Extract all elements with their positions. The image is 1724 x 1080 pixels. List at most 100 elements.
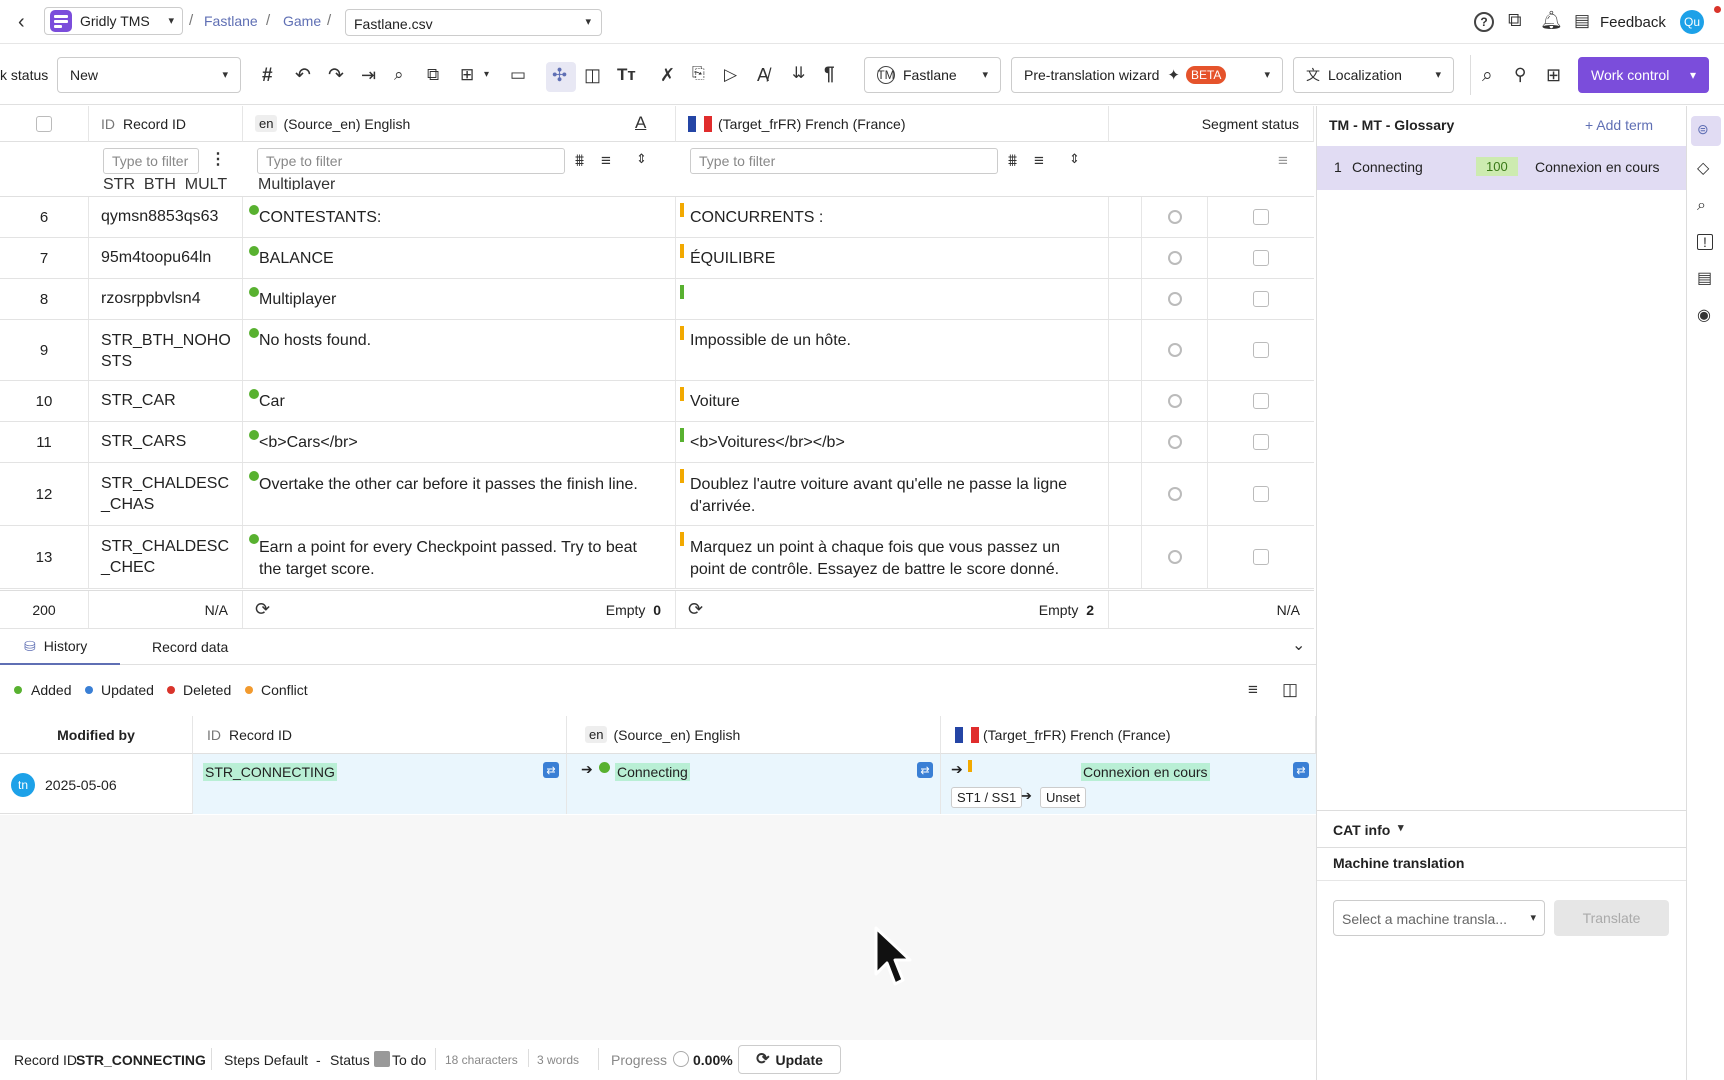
record-id-cell[interactable]: STR_CAR [89,381,243,421]
puzzle-icon[interactable]: ⧉ [1508,11,1522,30]
row-checkbox[interactable] [1253,393,1269,409]
record-id-cell[interactable]: rzosrppbvlsn4 [89,279,243,319]
status-ring-icon[interactable] [1168,550,1182,564]
breadcrumb-fastlane[interactable]: Fastlane [204,13,258,29]
search-icon[interactable]: ⌕ [1482,66,1493,85]
tab-history[interactable]: ⛁ History [0,629,120,665]
row-checkbox[interactable] [1253,291,1269,307]
filter-icon[interactable]: ≡ [601,152,611,169]
record-id-header[interactable]: ID Record ID [89,106,243,142]
record-id-cell[interactable]: STR_CARS [89,422,243,462]
tm-icon[interactable]: ⊜ [1697,122,1709,136]
filter-person-icon[interactable]: ⚲ [1514,66,1526,83]
history-row[interactable]: tn 2025-05-06 STR_CONNECTING ⇄ ➔ Connect… [0,754,1316,814]
copy-icon[interactable]: ⧉ [427,66,439,83]
status-ring-icon[interactable] [1168,343,1182,357]
table-row[interactable]: 6 qymsn8853qs63 CONTESTANTS: CONCURRENTS… [0,197,1314,238]
filter-icon[interactable]: ≡ [1278,152,1288,169]
target-cell[interactable]: ÉQUILIBRE [676,238,1109,278]
find-replace-icon[interactable]: ⌕ [394,66,404,83]
text-size-icon[interactable]: Tт [617,66,636,83]
refresh-icon[interactable]: ⟳ [688,600,703,618]
bell-icon[interactable]: 🔔︎ [1540,11,1563,29]
status-ring-icon[interactable] [1168,292,1182,306]
target-cell[interactable] [676,279,1109,319]
row-checkbox[interactable] [1253,209,1269,225]
translate-button[interactable]: Translate [1554,900,1669,936]
undo-icon[interactable]: ↶ [295,66,311,85]
document-icon[interactable]: ▤ [1697,271,1712,287]
tab-record-data[interactable]: Record data [152,639,228,655]
filter-options-icon[interactable]: ⩩ [575,152,584,169]
search-list-icon[interactable]: ⌕ [1697,198,1706,214]
table-row[interactable]: 8 rzosrppbvlsn4 Multiplayer [0,279,1314,320]
table-row[interactable]: 7 95m4toopu64ln BALANCE ÉQUILIBRE [0,238,1314,279]
record-id-cell[interactable]: STR_CHALDESC _CHEC [89,526,243,588]
hash-icon[interactable]: # [262,66,273,85]
source-filter[interactable]: Type to filter [257,148,565,174]
chevron-down-icon[interactable]: ▾ [484,70,489,80]
filter-icon[interactable]: ≡ [1034,152,1044,169]
refresh-icon[interactable]: ⟳ [255,600,270,618]
row-checkbox[interactable] [1253,486,1269,502]
record-id-cell[interactable]: 95m4toopu64ln [89,238,243,278]
chevron-down-icon[interactable]: ⌄ [1292,638,1305,654]
alert-icon[interactable]: ! [1697,234,1713,250]
avatar[interactable]: Qu [1680,10,1704,34]
sort-icon[interactable]: ⇕ [636,152,647,165]
source-header[interactable]: en (Source_en) English A [243,106,676,142]
target-filter[interactable]: Type to filter [690,148,998,174]
tag-group-icon[interactable]: ⎘ [692,66,705,82]
double-chevron-down-icon[interactable]: ⇊ [792,66,805,82]
source-cell[interactable]: Multiplayer [243,279,676,319]
table-row[interactable]: 10 STR_CAR Car Voiture [0,381,1314,422]
target-cell[interactable]: Doublez l'autre voiture avant qu'elle ne… [676,463,1109,525]
back-chevron-icon[interactable]: ‹ [18,12,25,32]
layout-icon[interactable]: ⊞ [1546,66,1561,84]
help-icon[interactable]: ? [1474,12,1494,32]
more-vertical-icon[interactable]: ⋮ [210,152,226,168]
feedback-icon[interactable]: ▤ [1574,12,1590,29]
tab-arrow-icon[interactable]: ⇥ [361,66,376,84]
select-all-checkbox[interactable] [36,115,52,132]
status-ring-icon[interactable] [1168,435,1182,449]
work-control-button[interactable]: Work control ▾ [1578,57,1709,93]
target-cell[interactable]: <b>Voitures</br></b> [676,422,1109,462]
status-ring-icon[interactable] [1168,251,1182,265]
update-button[interactable]: ⟳ Update [738,1045,841,1074]
breadcrumb-game[interactable]: Game [283,13,321,29]
pretranslation-wizard-button[interactable]: Pre-translation wizard ✦ BETA ▾ [1011,57,1283,93]
status-ring-icon[interactable] [1168,394,1182,408]
row-checkbox[interactable] [1253,342,1269,358]
cat-info-section[interactable]: CAT info ▾ [1317,810,1686,848]
record-id-cell[interactable]: STR_BTH_NOHO STS [89,320,243,380]
spellcheck-icon[interactable]: A̸ [757,66,769,84]
pilcrow-icon[interactable]: ¶ [824,65,835,84]
ruler-icon[interactable]: ▭ [510,66,526,83]
filter-options-icon[interactable]: ⩩ [1008,152,1017,169]
file-selector[interactable]: Fastlane.csv ▾ [345,9,602,36]
diamond-icon[interactable]: ◇ [1697,161,1709,177]
status-ring-icon[interactable]: ◉ [1697,308,1711,324]
swap-icon[interactable]: ⇄ [1293,762,1309,778]
table-row[interactable]: 13 STR_CHALDESC _CHEC Earn a point for e… [0,526,1314,589]
column-icon[interactable]: ◫ [584,66,601,84]
source-cell[interactable]: BALANCE [243,238,676,278]
redo-icon[interactable]: ↷ [328,66,344,85]
source-cell[interactable]: No hosts found. [243,320,676,380]
fill-icon[interactable]: ⊞ [460,66,474,83]
record-id-filter[interactable]: Type to filter [103,148,199,174]
segment-status-header[interactable]: Segment status [1109,106,1314,142]
sparkle-icon[interactable]: ✣ [552,66,567,84]
target-cell[interactable]: CONCURRENTS : [676,197,1109,237]
tm-match-item[interactable]: 1 Connecting 100 Connexion en cours [1317,146,1686,190]
column-settings-icon[interactable]: ◫ [1282,681,1298,698]
status-select[interactable]: New ▾ [57,57,241,93]
tag-icon[interactable]: ▷ [724,66,737,83]
fastlane-button[interactable]: TM Fastlane ▾ [864,57,1001,93]
record-id-cell[interactable]: qymsn8853qs63 [89,197,243,237]
status-ring-icon[interactable] [1168,487,1182,501]
source-cell[interactable]: Earn a point for every Checkpoint passed… [243,526,676,588]
feedback-link[interactable]: Feedback [1600,14,1666,31]
source-cell[interactable]: CONTESTANTS: [243,197,676,237]
